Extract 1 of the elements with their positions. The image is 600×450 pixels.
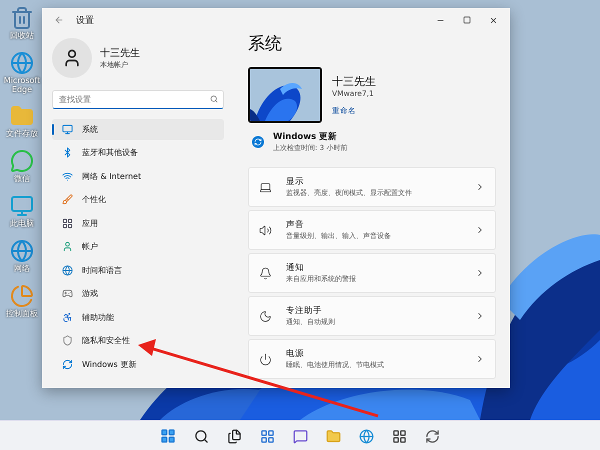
browser-button[interactable] (357, 426, 376, 446)
